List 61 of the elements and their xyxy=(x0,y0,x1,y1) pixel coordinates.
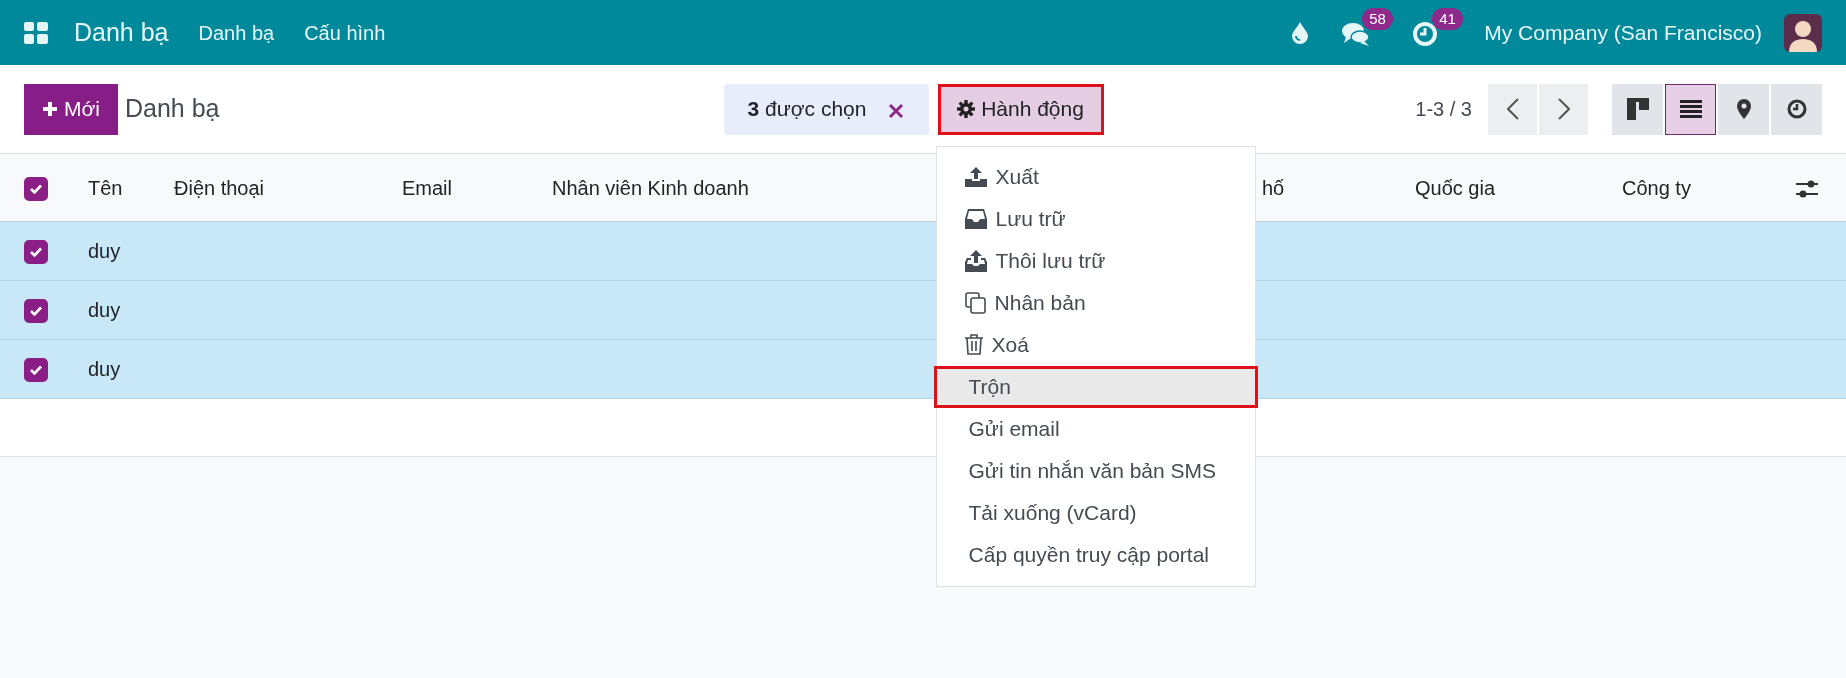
selection-count: 3 được chọn xyxy=(747,96,867,123)
previous-page-button[interactable] xyxy=(1488,83,1537,135)
table-cell: duy xyxy=(88,299,121,321)
kanban-icon xyxy=(1626,98,1649,120)
activity-view-button[interactable] xyxy=(1771,83,1822,135)
column-header[interactable]: Công ty xyxy=(1622,176,1691,199)
checkbox[interactable] xyxy=(24,299,48,323)
checkbox[interactable] xyxy=(24,358,48,382)
menu-item[interactable]: Lưu trữ xyxy=(933,197,1258,240)
upload-icon xyxy=(964,166,987,187)
column-header[interactable]: Email xyxy=(402,176,452,199)
chevron-left-icon xyxy=(1506,98,1519,120)
page-title: Danh bạ xyxy=(125,93,220,125)
list-view-button[interactable] xyxy=(1665,83,1716,135)
copy-icon xyxy=(964,291,986,314)
checkbox[interactable] xyxy=(24,240,48,264)
column-header[interactable]: hố xyxy=(1262,176,1285,199)
column-header[interactable]: Tên xyxy=(88,176,123,199)
menu-item[interactable]: Trộn xyxy=(933,365,1258,408)
clock-icon[interactable] xyxy=(1412,21,1439,48)
app-title[interactable]: Danh bạ xyxy=(74,13,169,52)
menu-item[interactable]: Tải xuống (vCard) xyxy=(933,491,1258,534)
chat-icon[interactable] xyxy=(1342,22,1371,47)
message-count-badge: 58 xyxy=(1362,7,1393,30)
company-switcher[interactable]: My Company (San Francisco) xyxy=(1484,16,1762,49)
menu-link[interactable]: Danh bạ xyxy=(198,17,275,48)
menu-item[interactable]: Gửi tin nhắn văn bản SMS xyxy=(933,449,1258,492)
trash-icon xyxy=(964,334,983,355)
menu-item[interactable]: Cấp quyền truy cập portal xyxy=(933,533,1258,576)
checkmark-icon xyxy=(29,182,43,195)
activity-count-badge: 41 xyxy=(1432,7,1463,30)
checkmark-icon xyxy=(29,305,43,317)
table-cell: duy xyxy=(88,358,121,380)
inbox-upload-icon xyxy=(964,249,987,272)
chevron-right-icon xyxy=(1557,98,1570,120)
checkmark-icon xyxy=(29,364,43,376)
inbox-icon xyxy=(964,208,987,229)
user-avatar[interactable] xyxy=(1784,13,1822,52)
plus-icon xyxy=(42,101,59,117)
column-settings-icon[interactable] xyxy=(1796,180,1818,199)
kanban-view-button[interactable] xyxy=(1612,83,1663,135)
clock-icon xyxy=(1786,99,1807,119)
droplet-icon[interactable] xyxy=(1292,21,1309,44)
pager-value: 1-3 / 3 xyxy=(1415,97,1472,122)
checkbox[interactable] xyxy=(24,176,48,201)
list-icon xyxy=(1679,100,1702,118)
column-header[interactable]: Quốc gia xyxy=(1415,176,1496,199)
action-button[interactable]: Hành động xyxy=(937,83,1104,135)
next-page-button[interactable] xyxy=(1539,83,1588,135)
apps-menu-icon[interactable] xyxy=(24,21,48,44)
column-header[interactable]: Nhân viên Kinh doanh xyxy=(552,176,749,199)
menu-item[interactable]: Xuất xyxy=(933,155,1258,198)
map-pin-icon xyxy=(1736,99,1751,119)
menu-link[interactable]: Cấu hình xyxy=(304,17,386,48)
checkmark-icon xyxy=(29,246,43,258)
table-cell: duy xyxy=(88,240,121,262)
menu-item[interactable]: Xoá xyxy=(933,323,1258,366)
gear-icon xyxy=(957,100,976,118)
new-button[interactable]: Mới xyxy=(24,83,118,135)
column-header[interactable]: Điện thoại xyxy=(174,176,265,199)
map-view-button[interactable] xyxy=(1718,83,1769,135)
